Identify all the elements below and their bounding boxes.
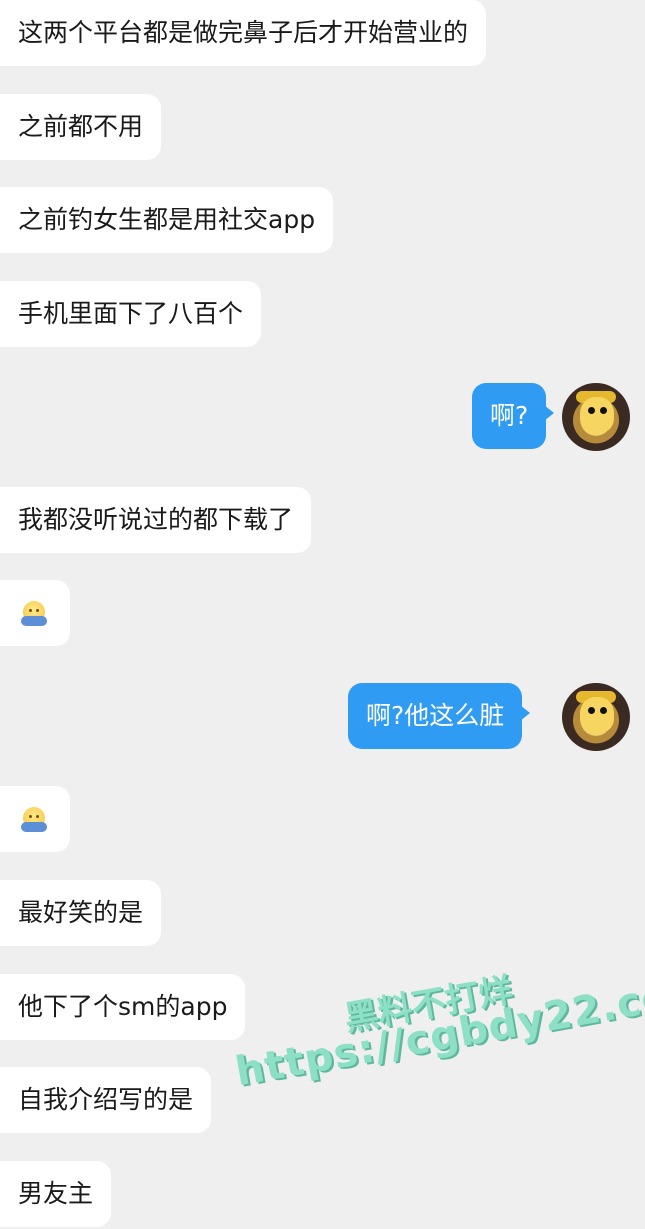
- message-text: 啊?他这么脏: [366, 701, 505, 730]
- message-bubble-outgoing[interactable]: 啊?: [472, 383, 555, 449]
- emoji-hands-icon: [21, 822, 47, 832]
- chat-thread[interactable]: 这两个平台都是做完鼻子后才开始营业的 之前都不用 之前钓女生都是用社交app 手…: [0, 0, 645, 1229]
- message-text: 最好笑的是: [18, 898, 144, 927]
- message-text: 之前都不用: [18, 112, 144, 141]
- emoji-hands-icon: [21, 616, 47, 626]
- duck-icon: [580, 697, 614, 733]
- avatar-eye: [600, 407, 607, 414]
- avatar-eye: [588, 707, 595, 714]
- message-bubble[interactable]: 最好笑的是: [0, 880, 162, 946]
- avatar[interactable]: [562, 383, 630, 451]
- avatar-eye: [600, 707, 607, 714]
- message-text: 他下了个sm的app: [18, 992, 228, 1021]
- message-text: 这两个平台都是做完鼻子后才开始营业的: [18, 18, 469, 47]
- avatar[interactable]: [562, 683, 630, 751]
- message-bubble[interactable]: 我都没听说过的都下载了: [0, 487, 312, 553]
- message-bubble[interactable]: 之前都不用: [0, 94, 162, 160]
- message-bubble[interactable]: 手机里面下了八百个: [0, 281, 262, 347]
- avatar-eye: [588, 407, 595, 414]
- message-text: 男友主: [18, 1179, 94, 1208]
- message-bubble-emoji[interactable]: [0, 786, 70, 852]
- message-bubble[interactable]: 之前钓女生都是用社交app: [0, 187, 334, 253]
- message-bubble[interactable]: 男友主: [0, 1161, 112, 1227]
- duck-icon: [580, 397, 614, 433]
- message-bubble-emoji[interactable]: [0, 580, 70, 646]
- message-text: 之前钓女生都是用社交app: [18, 205, 316, 234]
- message-text: 我都没听说过的都下载了: [18, 505, 294, 534]
- message-text: 手机里面下了八百个: [18, 299, 244, 328]
- message-text: 啊?: [490, 401, 529, 430]
- message-text: 自我介绍写的是: [18, 1085, 194, 1114]
- message-bubble-outgoing[interactable]: 啊?他这么脏: [348, 683, 531, 749]
- message-bubble[interactable]: 他下了个sm的app: [0, 974, 246, 1040]
- message-bubble[interactable]: 自我介绍写的是: [0, 1067, 212, 1133]
- message-bubble[interactable]: 这两个平台都是做完鼻子后才开始营业的: [0, 0, 487, 66]
